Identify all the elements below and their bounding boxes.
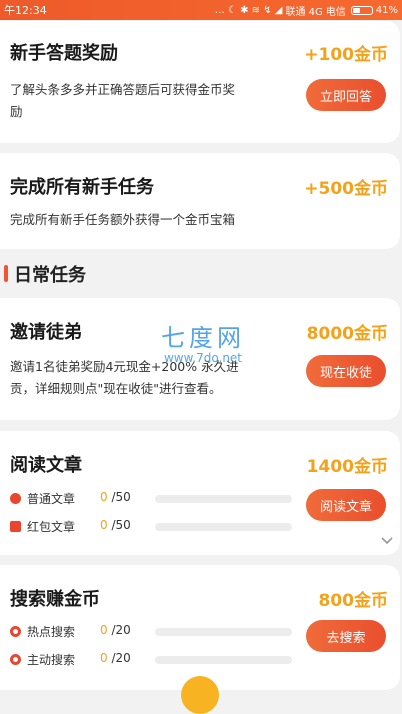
- subtask-label: 普通文章: [27, 492, 76, 506]
- section-accent-bar: [4, 265, 8, 282]
- task-title: 搜索赚金币: [10, 589, 100, 610]
- subtask-total: /20: [111, 623, 131, 637]
- progress-bar: [155, 495, 292, 503]
- task-desc: 了解头条多多并正确答题后可获得金币奖 励: [10, 79, 235, 123]
- progress-bar: [155, 656, 292, 664]
- subtask-current: 0: [100, 651, 108, 665]
- search-ring-icon: [10, 654, 21, 665]
- subtask-row: 热点搜索 0 /20: [10, 622, 292, 642]
- floating-coin-button[interactable]: [181, 676, 219, 714]
- task-reward: +100金币: [304, 45, 388, 65]
- search-ring-icon: [10, 626, 21, 637]
- subtask-row: 主动搜索 0 /20: [10, 650, 292, 670]
- task-title: 阅读文章: [10, 455, 82, 476]
- subtask-current: 0: [100, 490, 108, 504]
- task-desc-line: 贡，详细规则点"现在收徒"进行查看。: [10, 381, 222, 396]
- subtask-total: /20: [111, 651, 131, 665]
- recruit-now-button[interactable]: 现在收徒: [306, 355, 386, 387]
- task-desc: 邀请1名徒弟奖励4元现金+200% 永久进 贡，详细规则点"现在收徒"进行查看。: [10, 356, 239, 400]
- section-title: 日常任务: [14, 265, 86, 286]
- go-search-button[interactable]: 去搜索: [306, 620, 386, 652]
- task-desc-line: 邀请1名徒弟奖励4元现金+200% 永久进: [10, 359, 239, 374]
- task-title: 邀请徒弟: [10, 322, 82, 343]
- subtask-label: 主动搜索: [27, 653, 76, 667]
- carrier-1: 联通 4G: [285, 6, 323, 18]
- subtask-label: 红包文章: [27, 520, 76, 534]
- subtask-total: /50: [111, 490, 131, 504]
- progress-bar: [155, 628, 292, 636]
- task-card-search: 搜索赚金币 800金币 热点搜索 0 /20 主动搜索 0 /20 去搜索: [0, 565, 400, 690]
- battery-icon: [350, 5, 373, 15]
- task-desc-line: 励: [10, 104, 23, 119]
- task-title: 新手答题奖励: [10, 43, 118, 64]
- coin-icon: [10, 493, 21, 504]
- task-reward: +500金币: [304, 179, 388, 199]
- section-daily-tasks: 日常任务: [0, 255, 402, 291]
- battery-percent: 41%: [375, 4, 398, 16]
- task-card-complete-newbie: 完成所有新手任务 +500金币 完成所有新手任务额外获得一个金币宝箱: [0, 153, 400, 249]
- subtask-current: 0: [100, 518, 108, 532]
- task-reward: 1400金币: [306, 457, 388, 477]
- subtask-total: /50: [111, 518, 131, 532]
- subtask-current: 0: [100, 623, 108, 637]
- task-card-newbie-quiz: 新手答题奖励 +100金币 了解头条多多并正确答题后可获得金币奖 励 立即回答: [0, 21, 400, 143]
- subtask-row: 普通文章 0 /50: [10, 489, 292, 509]
- task-reward: 800金币: [318, 591, 389, 611]
- carrier-2: 电信: [325, 6, 346, 18]
- task-desc-line: 了解头条多多并正确答题后可获得金币奖: [10, 82, 236, 97]
- task-desc: 完成所有新手任务额外获得一个金币宝箱: [10, 212, 236, 227]
- chevron-down-icon[interactable]: [380, 535, 394, 547]
- task-card-invite: 邀请徒弟 8000金币 邀请1名徒弟奖励4元现金+200% 永久进 贡，详细规则…: [0, 298, 400, 420]
- status-bar: 午12:34 … ☾ ✱ ≋ ↯ ◢ 联通 4G 电信 41%: [0, 0, 402, 20]
- task-reward: 8000金币: [306, 324, 388, 344]
- progress-bar: [155, 523, 292, 531]
- answer-now-button[interactable]: 立即回答: [306, 79, 386, 111]
- subtask-count: 0 /50: [100, 518, 131, 532]
- task-title: 完成所有新手任务: [10, 177, 154, 198]
- task-card-reading: 阅读文章 1400金币 普通文章 0 /50 红包文章 0 /50 阅读文章: [0, 431, 400, 555]
- red-packet-icon: [10, 521, 21, 532]
- status-time: 午12:34: [4, 4, 47, 17]
- subtask-count: 0 /20: [100, 651, 131, 665]
- subtask-row: 红包文章 0 /50: [10, 517, 292, 537]
- status-right: … ☾ ✱ ≋ ↯ ◢ 联通 4G 电信 41%: [215, 3, 398, 18]
- subtask-count: 0 /50: [100, 490, 131, 504]
- subtask-label: 热点搜索: [27, 625, 76, 639]
- status-icons: … ☾ ✱ ≋ ↯ ◢: [214, 4, 283, 16]
- subtask-count: 0 /20: [100, 623, 131, 637]
- read-articles-button[interactable]: 阅读文章: [306, 489, 386, 521]
